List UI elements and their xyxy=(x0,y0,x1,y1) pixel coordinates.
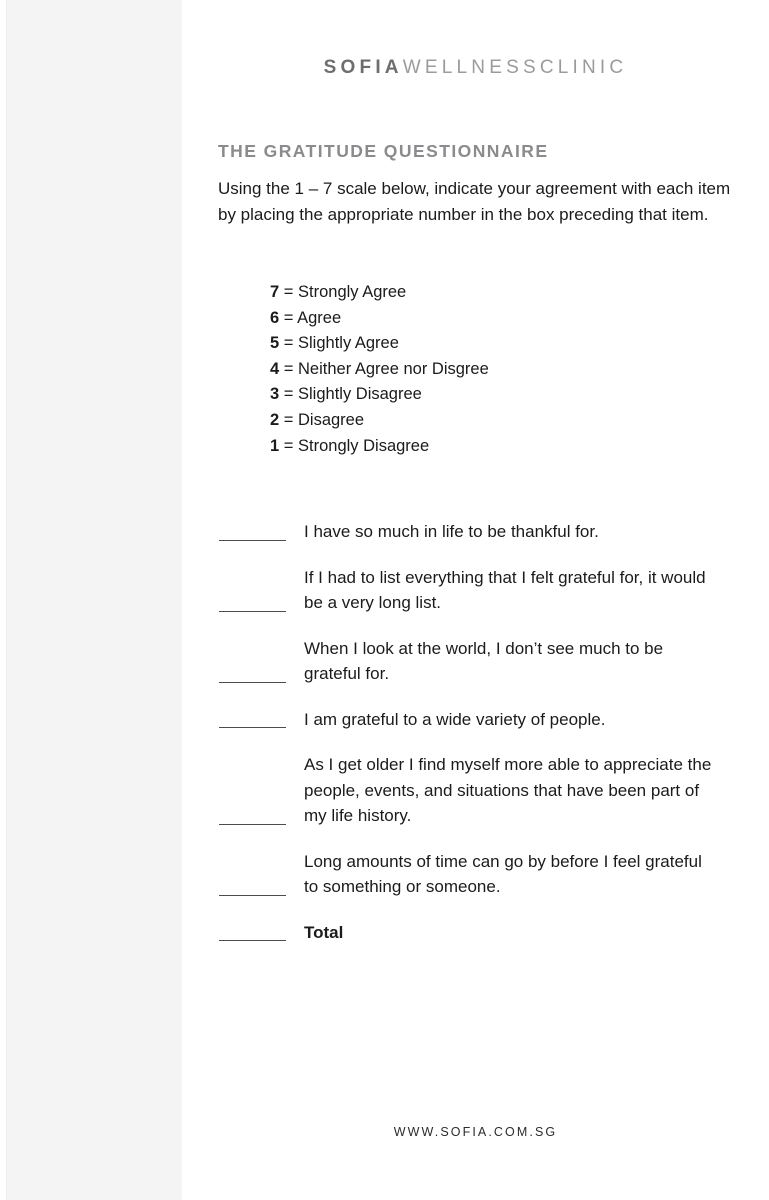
scale-label: = Neither Agree nor Disgree xyxy=(283,359,489,378)
total-label: Total xyxy=(304,922,344,942)
answer-blank-field[interactable] xyxy=(219,539,286,541)
questionnaire-item-text: Long amounts of time can go by before I … xyxy=(304,851,702,897)
document-content: THE GRATITUDE QUESTIONNAIRE Using the 1 … xyxy=(218,140,746,965)
left-decorative-panel xyxy=(6,0,182,1200)
questionnaire-items: I have so much in life to be thankful fo… xyxy=(218,519,746,945)
scale-label: = Slightly Disagree xyxy=(283,385,422,404)
questionnaire-item-text: I have so much in life to be thankful fo… xyxy=(304,522,599,542)
answer-blank-field[interactable] xyxy=(219,726,286,729)
answer-blank-field[interactable] xyxy=(219,610,286,612)
questionnaire-item-row: As I get older I find myself more able t… xyxy=(218,752,746,829)
scale-label: = Disagree xyxy=(283,410,365,429)
page-title: THE GRATITUDE QUESTIONNAIRE xyxy=(218,141,549,161)
scale-label: = Slightly Agree xyxy=(283,334,399,353)
scale-number: 1 xyxy=(270,436,280,455)
questionnaire-item-row: I am grateful to a wide variety of peopl… xyxy=(218,707,746,733)
questionnaire-total-row: Total xyxy=(218,920,746,946)
scale-legend-item: 3 = Slightly Disagree xyxy=(270,382,746,408)
brand-name-secondary: WELLNESSCLINIC xyxy=(402,57,628,78)
scale-label: = Strongly Disagree xyxy=(283,436,430,455)
questionnaire-item-row: If I had to list everything that I felt … xyxy=(218,565,746,616)
scale-label: = Agree xyxy=(283,308,342,327)
scale-legend-item: 6 = Agree xyxy=(270,306,746,332)
questionnaire-item-row: When I look at the world, I don’t see mu… xyxy=(218,636,746,687)
total-blank-field[interactable] xyxy=(219,939,286,942)
scale-label: = Strongly Agree xyxy=(283,283,407,301)
scale-number: 4 xyxy=(270,359,280,378)
questionnaire-item-text: If I had to list everything that I felt … xyxy=(304,567,706,613)
scale-legend-item: 1 = Strongly Disagree xyxy=(270,434,746,460)
footer-website-url: WWW.SOFIA.COM.SG xyxy=(393,1125,558,1139)
scale-legend-item: 7 = Strongly Agree xyxy=(270,280,746,306)
questionnaire-item-text: I am grateful to a wide variety of peopl… xyxy=(304,709,606,729)
questionnaire-item-text: When I look at the world, I don’t see mu… xyxy=(304,638,664,684)
scale-number: 3 xyxy=(270,385,280,404)
scale-legend-item: 5 = Slightly Agree xyxy=(270,331,746,357)
questionnaire-item-row: I have so much in life to be thankful fo… xyxy=(218,519,746,545)
scale-legend-item: 4 = Neither Agree nor Disgree xyxy=(270,357,746,383)
scale-legend-item: 2 = Disagree xyxy=(270,408,746,434)
document-page: SOFIAWELLNESSCLINIC THE GRATITUDE QUESTI… xyxy=(182,0,769,1200)
brand-logo: SOFIAWELLNESSCLINIC xyxy=(182,56,769,80)
scale-number: 6 xyxy=(270,308,280,327)
answer-blank-field[interactable] xyxy=(219,894,286,896)
questionnaire-item-row: Long amounts of time can go by before I … xyxy=(218,849,746,900)
scale-number: 2 xyxy=(270,410,280,429)
scale-number: 7 xyxy=(270,283,280,301)
rating-scale-legend: 7 = Strongly Agree 6 = Agree 5 = Slightl… xyxy=(218,280,746,459)
answer-blank-field[interactable] xyxy=(219,681,286,683)
brand-name-primary: SOFIA xyxy=(323,57,403,78)
questionnaire-item-text: As I get older I find myself more able t… xyxy=(304,755,712,826)
scale-number: 5 xyxy=(270,334,280,353)
instructions-paragraph: Using the 1 – 7 scale below, indicate yo… xyxy=(218,179,731,224)
answer-blank-field[interactable] xyxy=(219,823,286,825)
